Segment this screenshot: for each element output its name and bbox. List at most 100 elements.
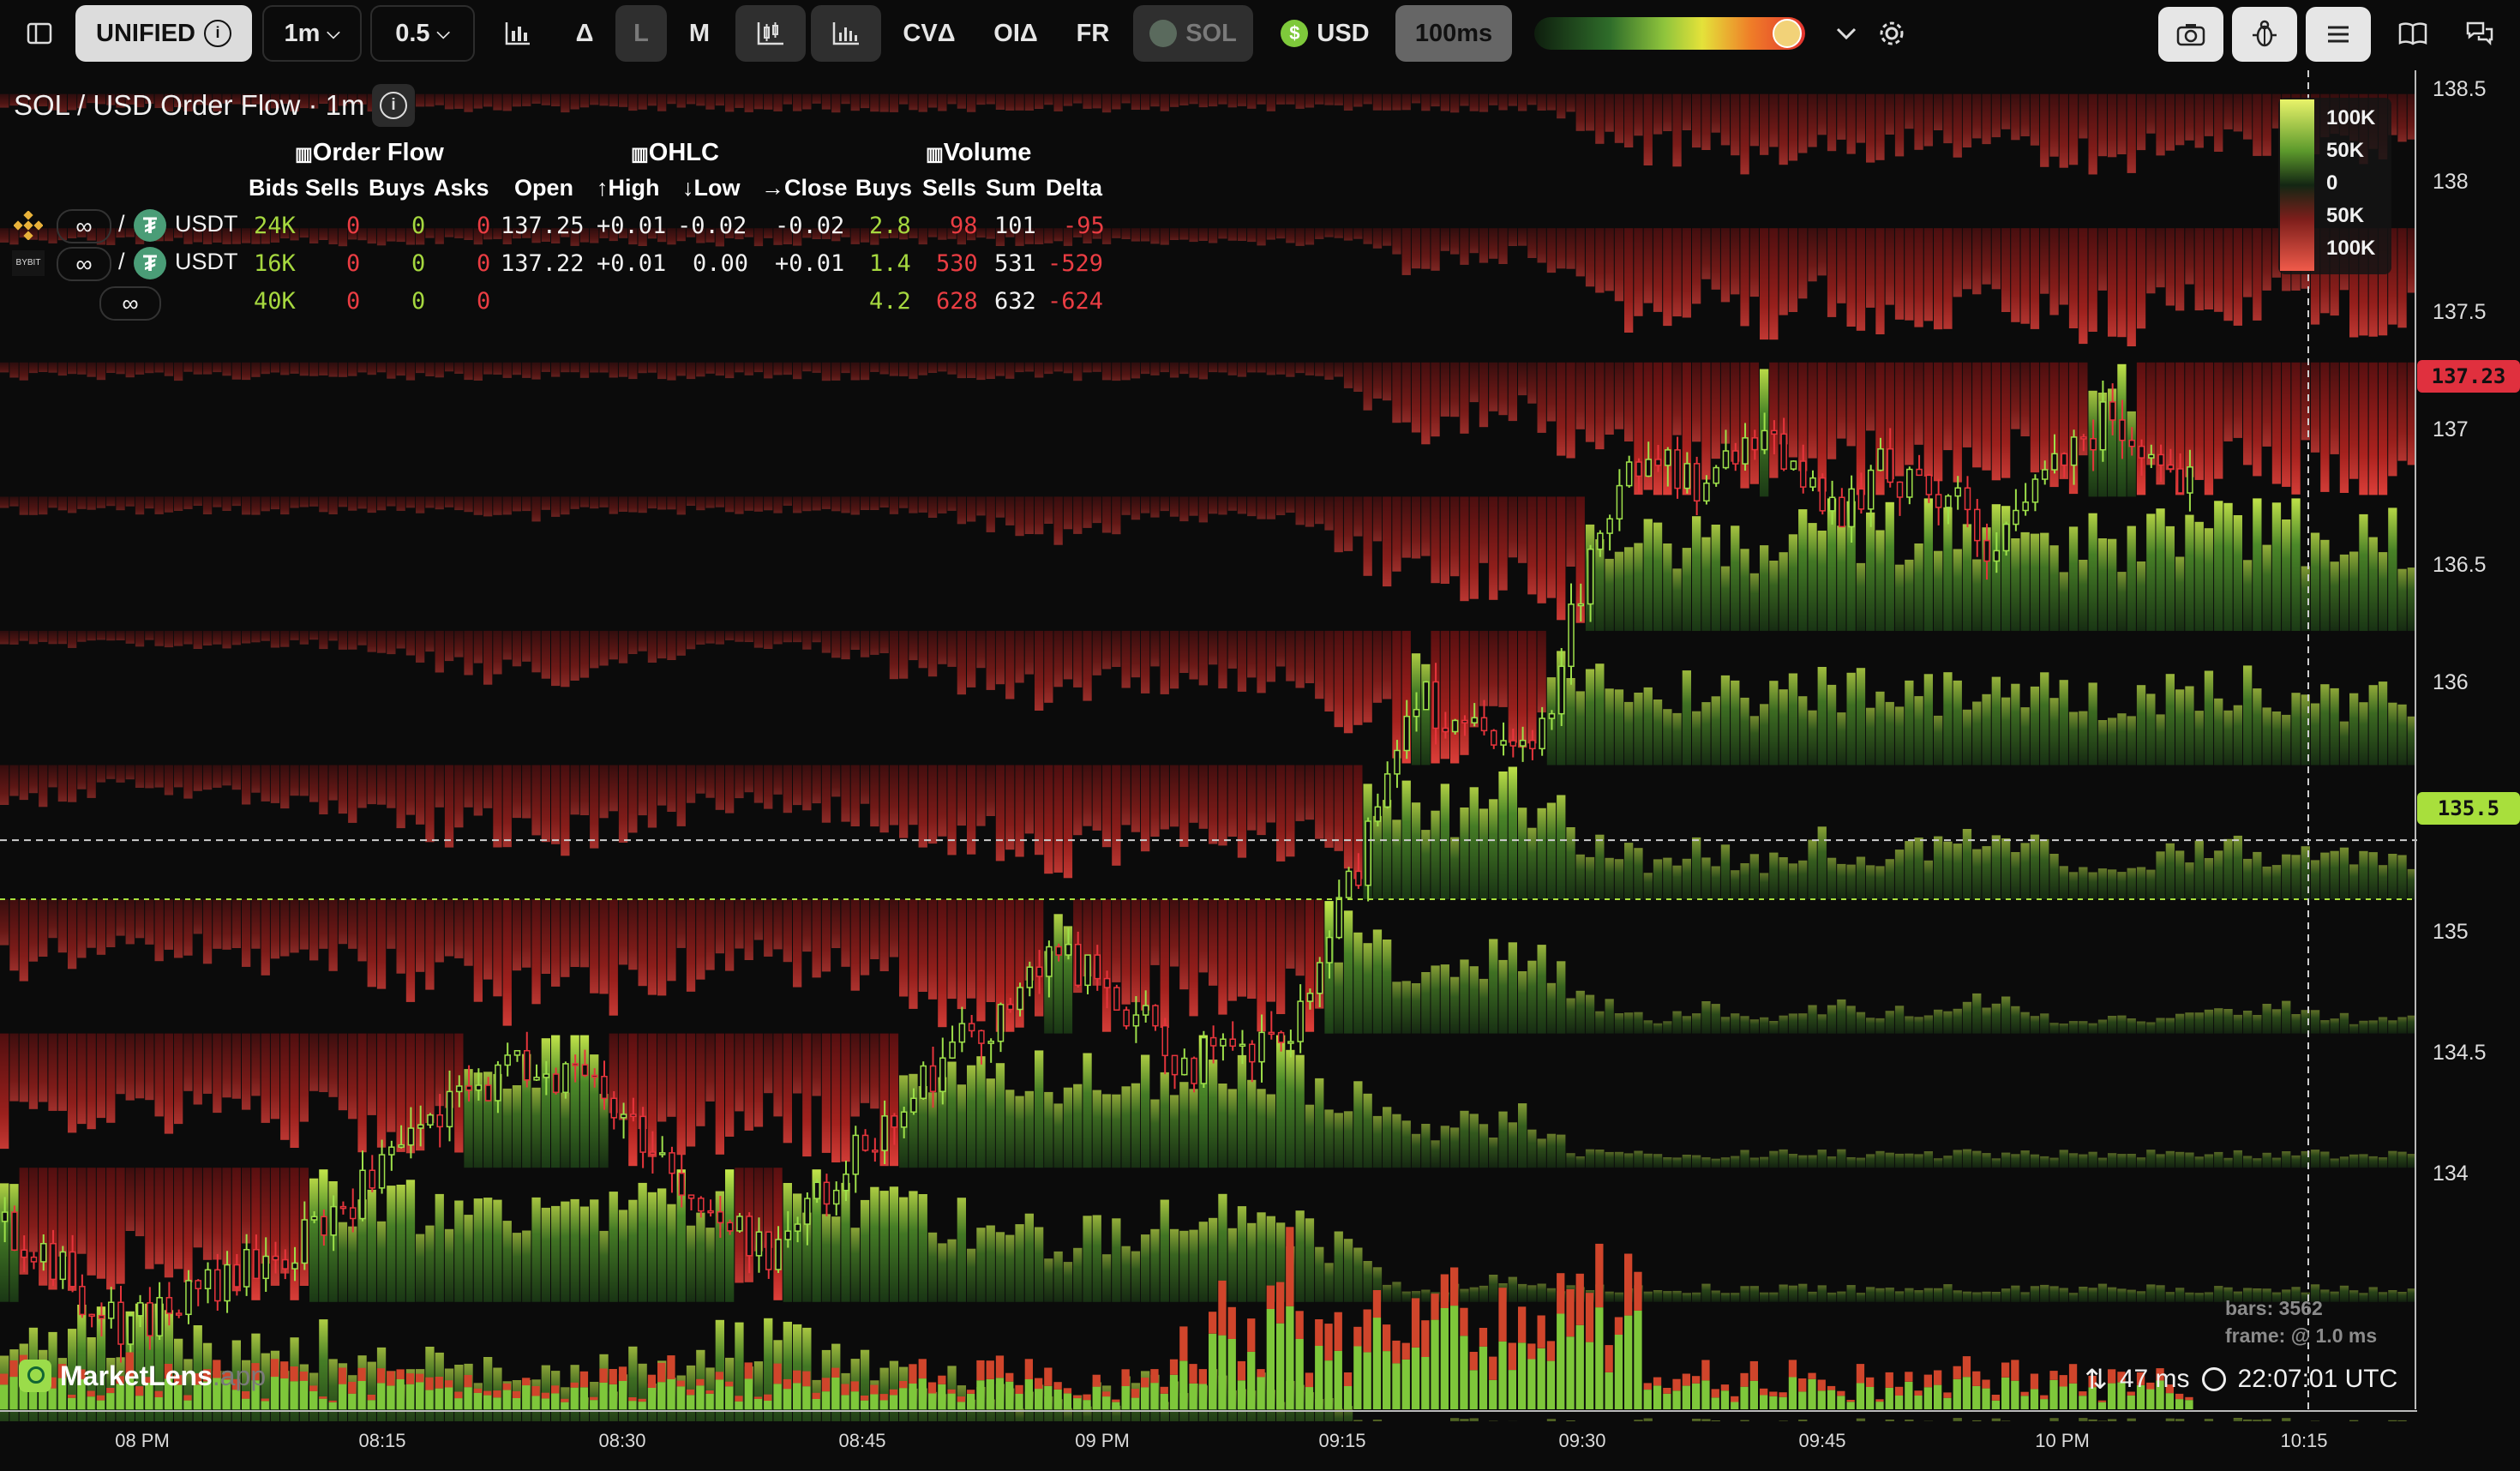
heat-cell [918,1194,927,1302]
delta-button[interactable]: Δ [561,5,609,62]
heat-cell [1720,1017,1731,1034]
heat-cell [2214,698,2223,766]
heat-cell [1266,362,1275,375]
volume-bar-sell [1614,1317,1623,1335]
heat-cell [2030,533,2040,631]
candles-icon[interactable] [735,5,806,62]
volume-bar-buy [1015,1394,1023,1409]
bar-chart-icon[interactable] [492,5,543,62]
heat-cell [1682,670,1691,766]
cvd-button[interactable]: CVΔ [897,5,962,62]
heat-cell [2388,1020,2397,1034]
heat-cell [183,1168,193,1282]
gear-icon[interactable] [1870,5,1913,62]
heatmap-canvas[interactable] [0,70,2417,1421]
refresh-rate-button[interactable]: 100ms [1395,5,1512,62]
l-button[interactable]: L [615,5,667,62]
heat-cell [1372,362,1383,399]
bucket-size-select[interactable]: 0.5 ⌵ [370,5,475,62]
heat-cell [338,765,348,814]
heat-cell [1991,93,2001,138]
chat-icon[interactable] [2458,5,2501,62]
heat-cell [1875,362,1885,495]
quote-asset-button[interactable]: $ USD [1274,5,1377,62]
chevron-down-icon[interactable] [1827,5,1865,62]
heat-cell [1905,1288,1914,1302]
heat-cell [686,1033,696,1147]
heat-cell [1189,765,1198,823]
heat-cell [2097,1420,2108,1421]
sidebar-toggle-icon[interactable] [15,5,63,62]
heat-cell [28,899,39,962]
candle-body [1867,469,1875,510]
timeframe-select[interactable]: 1m ⌵ [262,5,362,62]
heat-cell [1469,496,1479,599]
heat-cell [2146,228,2156,294]
heat-cell [1092,1215,1101,1302]
camera-icon[interactable] [2158,7,2223,62]
heat-cell [541,496,550,510]
heat-cell [522,496,531,512]
account-mode-button[interactable]: UNIFIED i [75,5,252,62]
heat-cell [1798,1155,1808,1168]
heat-cell [2001,362,2011,478]
heat-intensity-slider[interactable] [1534,17,1805,50]
time-label: 09:15 [1318,1430,1366,1451]
heat-cell [1808,1005,1817,1034]
heat-cell [2020,1012,2030,1034]
heat-cell [628,630,638,654]
volume-icon[interactable] [811,5,881,62]
heat-cell [1383,1284,1392,1302]
volume-bar-sell [396,1369,405,1379]
heat-slider-handle[interactable] [1773,19,1802,48]
infinity-icon[interactable]: ∞ [57,209,111,243]
heat-cell [1701,1283,1711,1302]
heat-cell [309,765,319,802]
menu-icon[interactable] [2306,7,2371,62]
book-icon[interactable] [2391,5,2434,62]
info-button[interactable]: i [372,84,415,127]
infinity-icon[interactable]: ∞ [57,247,111,281]
heat-cell [1498,496,1508,591]
heat-cell [1692,228,1701,304]
heat-cell [879,496,889,507]
heat-cell [183,1033,193,1091]
heat-cell [957,1198,966,1302]
heat-cell [1295,765,1305,821]
volume-bar-buy [348,1393,357,1409]
heat-cell [183,765,193,799]
heat-cell [715,765,724,810]
heat-cell [1566,93,1575,112]
heat-cell [1846,1285,1856,1302]
bug-icon[interactable] [2232,7,2297,62]
oid-button[interactable]: OIΔ [986,5,1046,62]
base-asset-button[interactable]: SOL [1133,5,1253,62]
m-button[interactable]: M [674,5,725,62]
heat-cell [1527,93,1537,105]
heat-cell [57,765,67,802]
heat-cell [1740,1150,1749,1168]
volume-sum-value: 531 [994,250,1036,277]
heat-cell [1527,362,1537,404]
orderflow-heatmap-chart[interactable] [0,70,2417,1421]
heat-cell [1479,1285,1489,1302]
heat-cell [1063,1087,1073,1168]
fr-button[interactable]: FR [1070,5,1116,62]
heat-cell [1894,1153,1905,1168]
heat-cell [251,1168,261,1300]
candle-body [891,1115,898,1128]
heat-cell [125,765,135,780]
heat-cell [705,93,715,110]
heat-cell [821,630,831,653]
heat-cell [2136,93,2146,151]
price-label: 136 [2433,670,2469,694]
heat-cell [1991,362,2001,481]
heat-cell [522,765,531,819]
volume-bar-buy [2011,1380,2019,1409]
heat-cell [1634,693,1643,766]
infinity-icon[interactable]: ∞ [99,286,161,321]
heat-cell [425,1033,435,1123]
heat-cell [1401,228,1411,275]
heat-cell [1595,362,1605,450]
heat-cell [1469,787,1479,900]
